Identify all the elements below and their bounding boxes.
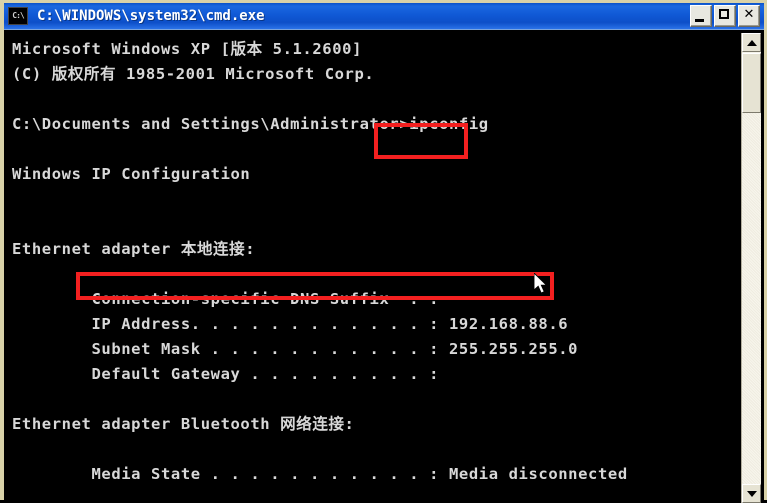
minimize-icon: [695, 19, 704, 22]
console-line: Subnet Mask . . . . . . . . . . . : 255.…: [12, 340, 579, 358]
maximize-icon: [719, 9, 729, 19]
console-text: Microsoft Windows XP [版本 5.1.2600] (C) 版权…: [12, 37, 746, 503]
close-icon: ✕: [743, 7, 755, 22]
close-button[interactable]: ✕: [738, 5, 760, 27]
cmd-window: C:\ C:\WINDOWS\system32\cmd.exe ✕ Micros…: [0, 0, 767, 503]
console-line: Media State . . . . . . . . . . . : Medi…: [12, 465, 628, 483]
console-line: Ethernet adapter Bluetooth 网络连接:: [12, 415, 355, 433]
console-line: Microsoft Windows XP [版本 5.1.2600]: [12, 40, 363, 58]
console-line: IP Address. . . . . . . . . . . . : 192.…: [12, 315, 569, 333]
window-title: C:\WINDOWS\system32\cmd.exe: [37, 8, 265, 24]
chevron-down-icon: [746, 490, 757, 497]
vertical-scrollbar[interactable]: [741, 33, 761, 503]
scrollbar-thumb[interactable]: [742, 53, 761, 113]
console-line: Windows IP Configuration: [12, 165, 251, 183]
scrollbar-track[interactable]: [742, 113, 761, 484]
console-line: (C) 版权所有 1985-2001 Microsoft Corp.: [12, 65, 375, 83]
window-titlebar[interactable]: C:\ C:\WINDOWS\system32\cmd.exe ✕: [4, 3, 764, 30]
console-line: C:\Documents and Settings\Administrator>…: [12, 115, 489, 133]
chevron-up-icon: [746, 39, 757, 46]
scroll-down-button[interactable]: [742, 484, 761, 503]
scroll-up-button[interactable]: [742, 33, 761, 52]
console-line: Connection-specific DNS Suffix . :: [12, 290, 440, 308]
console-line: Ethernet adapter 本地连接:: [12, 240, 256, 258]
maximize-button[interactable]: [714, 5, 736, 27]
console-output-area[interactable]: Microsoft Windows XP [版本 5.1.2600] (C) 版权…: [8, 33, 746, 503]
window-controls: ✕: [690, 5, 762, 27]
minimize-button[interactable]: [690, 5, 712, 27]
console-line: Default Gateway . . . . . . . . . :: [12, 365, 440, 383]
cmd-console-icon: C:\: [8, 7, 28, 25]
